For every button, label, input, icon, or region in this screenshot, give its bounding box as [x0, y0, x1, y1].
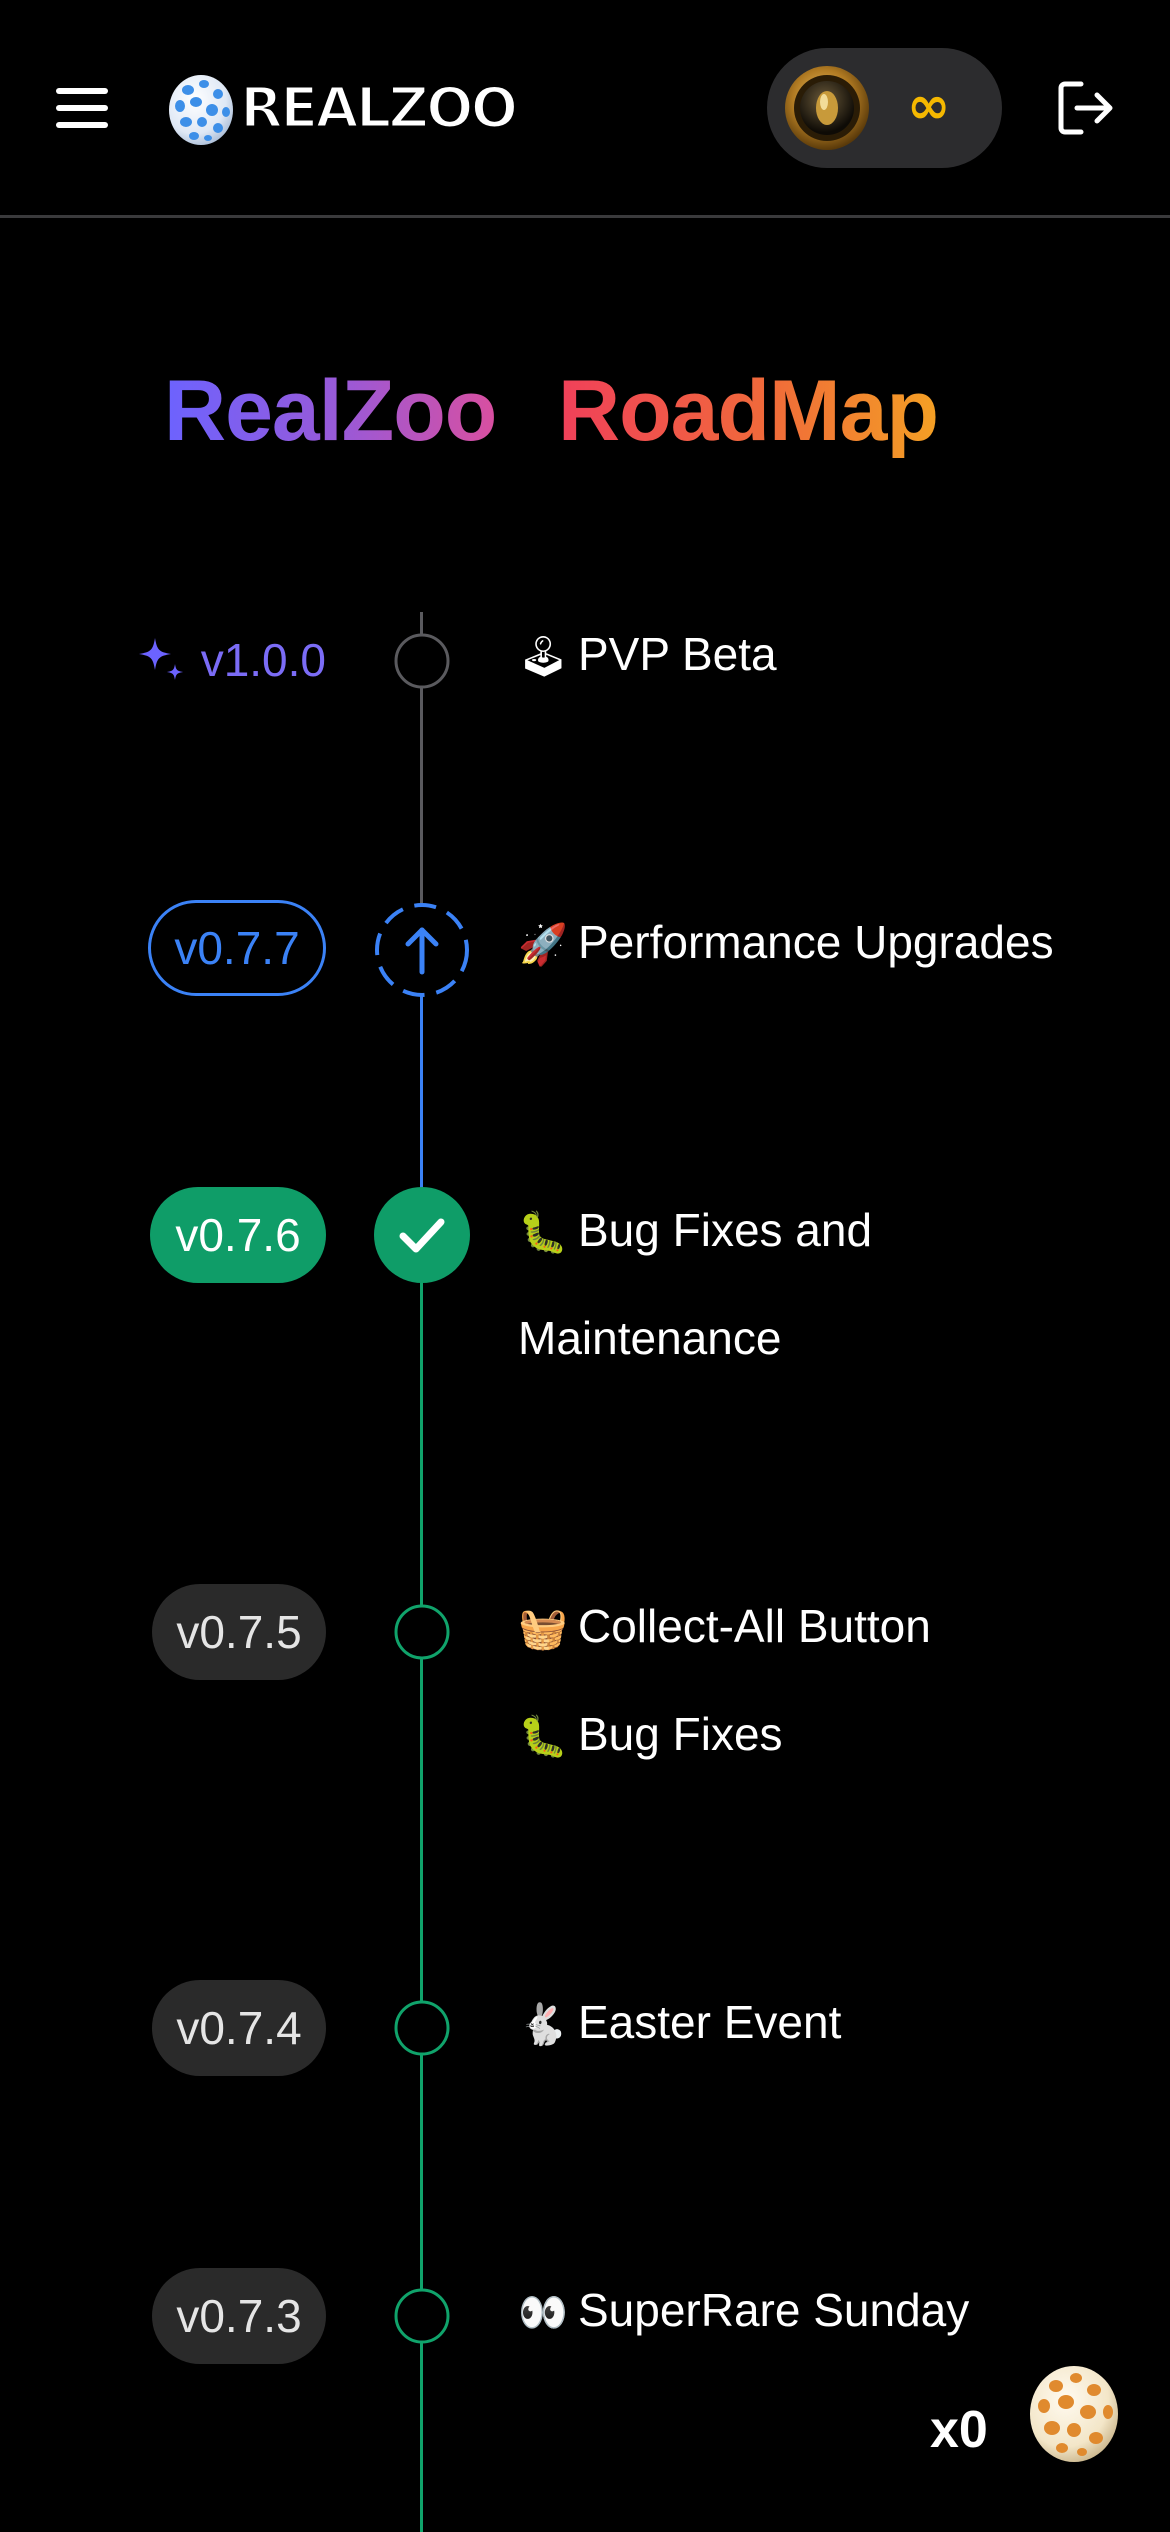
rocket-icon: 🚀: [518, 922, 568, 968]
menu-icon: [56, 88, 108, 128]
title-roadmap: RoadMap: [558, 363, 939, 459]
timeline-node-in-progress: [375, 903, 469, 997]
version-badge-v0-7-6[interactable]: v0.7.6: [150, 1187, 326, 1283]
roadmap-item: 🧺 Collect-All Button: [518, 1572, 931, 1683]
coin-icon: [785, 66, 869, 150]
logout-button[interactable]: [1055, 78, 1115, 138]
balance-value: ∞: [907, 76, 951, 136]
roadmap-item-text: SuperRare Sunday: [578, 2284, 970, 2336]
roadmap-item-text: Bug Fixes: [578, 1708, 783, 1760]
page-title: RealZoo RoadMap: [0, 362, 1170, 472]
roadmap-item-text: Performance Upgrades: [578, 916, 1054, 968]
egg-logo-icon: [169, 75, 233, 145]
logo-text: REALZOO: [238, 74, 519, 142]
roadmap-item-text: Easter Event: [578, 1996, 842, 2048]
eyes-icon: 👀: [518, 2290, 568, 2336]
rabbit-icon: 🐇: [518, 2002, 568, 2048]
title-realzoo: RealZoo: [164, 363, 497, 459]
top-bar: REALZOO ∞: [0, 0, 1170, 218]
roadmap-item-text: Bug Fixes and: [578, 1204, 873, 1256]
version-label: v0.7.4: [176, 2002, 302, 2054]
roadmap-item: 👀 SuperRare Sunday: [518, 2256, 969, 2367]
roadmap-item-text: Collect-All Button: [578, 1600, 931, 1652]
version-label: v0.7.3: [176, 2290, 302, 2342]
version-label: v0.7.5: [176, 1606, 302, 1658]
roadmap-item: 🚀 Performance Upgrades: [518, 888, 1054, 999]
sparkle-icon: [138, 638, 183, 680]
egg-icon: [1030, 2366, 1118, 2462]
egg-count: x0: [930, 2401, 988, 2459]
timeline-node-released: [394, 2288, 450, 2344]
roadmap-item: 🐇 Easter Event: [518, 1968, 841, 2079]
roadmap-item: 🕹 PVP Beta: [518, 600, 777, 711]
roadmap-item-text: PVP Beta: [578, 628, 777, 680]
roadmap-item: 🐛 Bug Fixes and: [518, 1176, 872, 1287]
basket-icon: 🧺: [518, 1606, 568, 1652]
version-label: v1.0.0: [200, 634, 326, 686]
timeline-node-upcoming: [394, 633, 450, 689]
balance-pill[interactable]: ∞: [767, 48, 1002, 168]
version-label: v0.7.7: [174, 922, 300, 974]
roadmap-item: 🐛 Bug Fixes: [518, 1680, 783, 1791]
timeline-node-current: [374, 1187, 470, 1283]
roadmap-item-text: Maintenance: [518, 1312, 782, 1364]
version-badge-v0-7-5[interactable]: v0.7.5: [152, 1584, 326, 1680]
timeline-node-released: [394, 1604, 450, 1660]
menu-button[interactable]: [52, 80, 112, 136]
version-label: v0.7.6: [175, 1209, 301, 1261]
logout-icon: [1058, 81, 1113, 135]
app-logo[interactable]: REALZOO: [166, 70, 520, 146]
egg-counter-button[interactable]: x0: [930, 2360, 1130, 2470]
timeline-node-released: [394, 2000, 450, 2056]
version-badge-v1-0-0[interactable]: v1.0.0: [126, 612, 326, 708]
bug-icon: 🐛: [518, 1714, 568, 1760]
roadmap-item-continued: Maintenance: [518, 1284, 781, 1392]
version-badge-v0-7-3[interactable]: v0.7.3: [152, 2268, 326, 2364]
version-badge-v0-7-4[interactable]: v0.7.4: [152, 1980, 326, 2076]
joystick-icon: 🕹: [518, 634, 569, 680]
bug-icon: 🐛: [518, 1210, 568, 1256]
version-badge-v0-7-7[interactable]: v0.7.7: [148, 900, 326, 996]
